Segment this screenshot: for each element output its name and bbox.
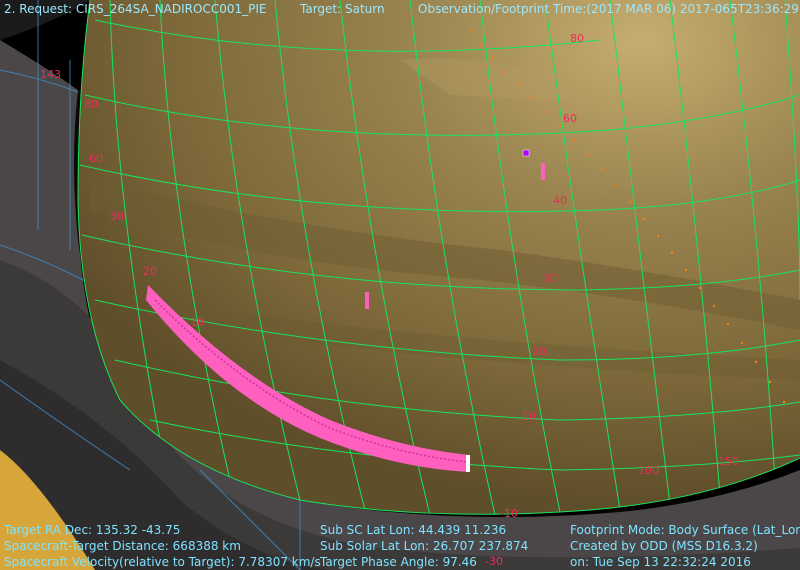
limb-label: 150 [718,455,739,468]
lat-label: 10 [522,410,536,423]
footprint-marker [365,292,369,309]
lon-label: 30 [110,210,124,223]
limb-label: 100 [638,464,659,477]
lon-label: 143 [40,68,61,81]
lat-label: 30 [543,272,557,285]
lat-label: 80 [570,32,584,45]
created-on: on: Tue Sep 13 22:32:24 2016 [570,555,751,569]
observation-time-label: Observation/Footprint Time:(2017 MAR 06)… [418,2,800,16]
lat-label: 60 [563,112,577,125]
lon-label: 80 [84,98,98,111]
lon-label: 60 [89,152,103,165]
sub-sc-lat-lon: Sub SC Lat Lon: 44.439 11.236 [320,523,507,537]
request-label: 2. Request: CIRS_264SA_NADIROCC001_PIE [4,2,267,16]
lat-label: 40 [553,194,567,207]
planet-view: 80 60 40 30 20 10 -10 -30 143 80 60 30 2… [0,0,800,570]
subspacecraft-point-icon [522,149,530,157]
sub-solar-lat-lon: Sub Solar Lat Lon: 26.707 237.874 [320,539,529,553]
saturn-globe [77,0,800,515]
lon-label: 10 [190,316,204,329]
spacecraft-velocity: Spacecraft Velocity(relative to Target):… [4,555,321,569]
target-label: Target: Saturn [300,2,385,16]
lat-label: -10 [500,507,518,520]
lat-label: 20 [532,345,546,358]
lat-label: -30 [485,555,503,568]
spacecraft-target-distance: Spacecraft-Target Distance: 668388 km [4,539,241,553]
lon-label: 20 [143,265,157,278]
footprint-mode: Footprint Mode: Body Surface (Lat_Lon) [570,523,800,537]
target-ra-dec: Target RA Dec: 135.32 -43.75 [4,523,181,537]
created-by: Created by ODD (MSS D16.3.2) [570,539,758,553]
footprint-marker [541,163,545,180]
target-phase-angle: Target Phase Angle: 97.46 [320,555,477,569]
